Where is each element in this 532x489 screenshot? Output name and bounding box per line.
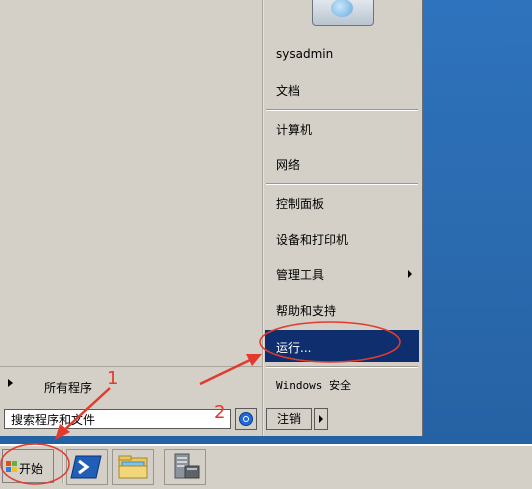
run-label: 运行... xyxy=(276,341,312,355)
windows-security-item[interactable]: Windows 安全 xyxy=(276,377,351,393)
server-manager-icon xyxy=(174,453,200,479)
taskbar: 开始 xyxy=(0,444,532,489)
menu-separator xyxy=(266,109,418,111)
user-avatar[interactable] xyxy=(312,0,374,26)
run-item[interactable]: 运行... xyxy=(265,330,419,362)
user-name-item[interactable]: sysadmin xyxy=(276,47,333,61)
program-list xyxy=(0,0,262,362)
submenu-arrow-icon xyxy=(408,270,412,278)
admin-tools-item[interactable]: 管理工具 xyxy=(276,266,422,283)
explorer-folder-icon xyxy=(118,455,148,479)
start-menu-right-pane: sysadmin 文档 计算机 网络 控制面板 设备和打印机 管理工具 帮助和支… xyxy=(264,0,422,436)
computer-item[interactable]: 计算机 xyxy=(276,121,312,138)
search-input[interactable] xyxy=(5,410,229,428)
network-item[interactable]: 网络 xyxy=(276,156,300,173)
annotation-label-1: 1 xyxy=(107,368,119,389)
taskbar-separator xyxy=(62,449,64,483)
menu-separator xyxy=(266,183,418,185)
devices-printers-item[interactable]: 设备和打印机 xyxy=(276,231,348,248)
logoff-button[interactable]: 注销 xyxy=(266,408,312,430)
windows-flag-icon xyxy=(6,461,18,473)
documents-item[interactable]: 文档 xyxy=(276,82,300,99)
search-button[interactable] xyxy=(235,408,257,430)
start-label: 开始 xyxy=(19,462,44,476)
admin-tools-label: 管理工具 xyxy=(276,268,325,282)
shutdown-options-button[interactable] xyxy=(314,408,328,430)
taskbar-powershell[interactable] xyxy=(66,449,108,485)
all-programs-item[interactable]: 所有程序 xyxy=(0,366,262,401)
start-menu: 所有程序 sysadmin 文档 计算机 网络 控制面板 设备和打印机 管理工具… xyxy=(0,0,423,436)
taskbar-explorer[interactable] xyxy=(112,449,154,485)
magnifier-icon xyxy=(239,412,253,426)
menu-separator xyxy=(266,366,418,368)
start-menu-left-pane: 所有程序 xyxy=(0,0,262,436)
annotation-label-2: 2 xyxy=(214,402,226,423)
triangle-right-icon xyxy=(8,379,13,387)
control-panel-item[interactable]: 控制面板 xyxy=(276,195,324,212)
powershell-icon xyxy=(70,455,102,479)
search-box[interactable] xyxy=(4,409,231,429)
taskbar-server-manager[interactable] xyxy=(164,449,206,485)
help-support-item[interactable]: 帮助和支持 xyxy=(276,302,336,319)
start-button[interactable]: 开始 xyxy=(2,449,54,483)
all-programs-label: 所有程序 xyxy=(44,381,93,395)
